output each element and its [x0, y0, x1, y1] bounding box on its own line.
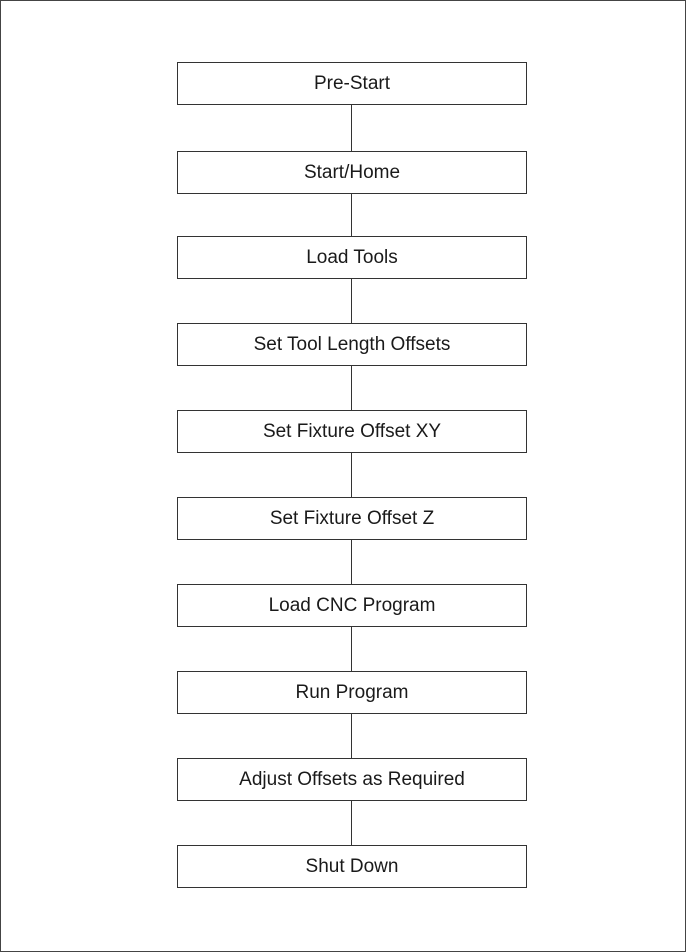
- step-label: Pre-Start: [313, 72, 391, 94]
- step-pre-start: Pre-Start: [177, 62, 527, 105]
- connector-line: [351, 366, 352, 412]
- step-load-cnc-program: Load CNC Program: [177, 584, 527, 627]
- step-load-tools: Load Tools: [177, 236, 527, 279]
- step-label: Start/Home: [303, 161, 401, 183]
- step-label: Set Tool Length Offsets: [253, 333, 451, 355]
- diagram-frame: Pre-Start Start/Home Load Tools Set Tool…: [0, 0, 686, 952]
- connector-line: [351, 714, 352, 760]
- step-adjust-offsets: Adjust Offsets as Required: [177, 758, 527, 801]
- step-label: Load CNC Program: [268, 594, 436, 616]
- step-label: Shut Down: [305, 855, 399, 877]
- connector-line: [351, 540, 352, 586]
- connector-line: [351, 453, 352, 499]
- step-label: Load Tools: [306, 246, 398, 268]
- connector-line: [351, 194, 352, 240]
- step-label: Adjust Offsets as Required: [239, 768, 465, 790]
- step-label: Set Fixture Offset Z: [269, 507, 435, 529]
- step-set-tool-length-offsets: Set Tool Length Offsets: [177, 323, 527, 366]
- step-start-home: Start/Home: [177, 151, 527, 194]
- connector-line: [351, 279, 352, 325]
- connector-line: [351, 801, 352, 847]
- step-shut-down: Shut Down: [177, 845, 527, 888]
- step-set-fixture-offset-z: Set Fixture Offset Z: [177, 497, 527, 540]
- step-run-program: Run Program: [177, 671, 527, 714]
- step-label: Set Fixture Offset XY: [262, 420, 442, 442]
- step-label: Run Program: [295, 681, 409, 703]
- step-set-fixture-offset-xy: Set Fixture Offset XY: [177, 410, 527, 453]
- connector-line: [351, 627, 352, 673]
- connector-line: [351, 105, 352, 151]
